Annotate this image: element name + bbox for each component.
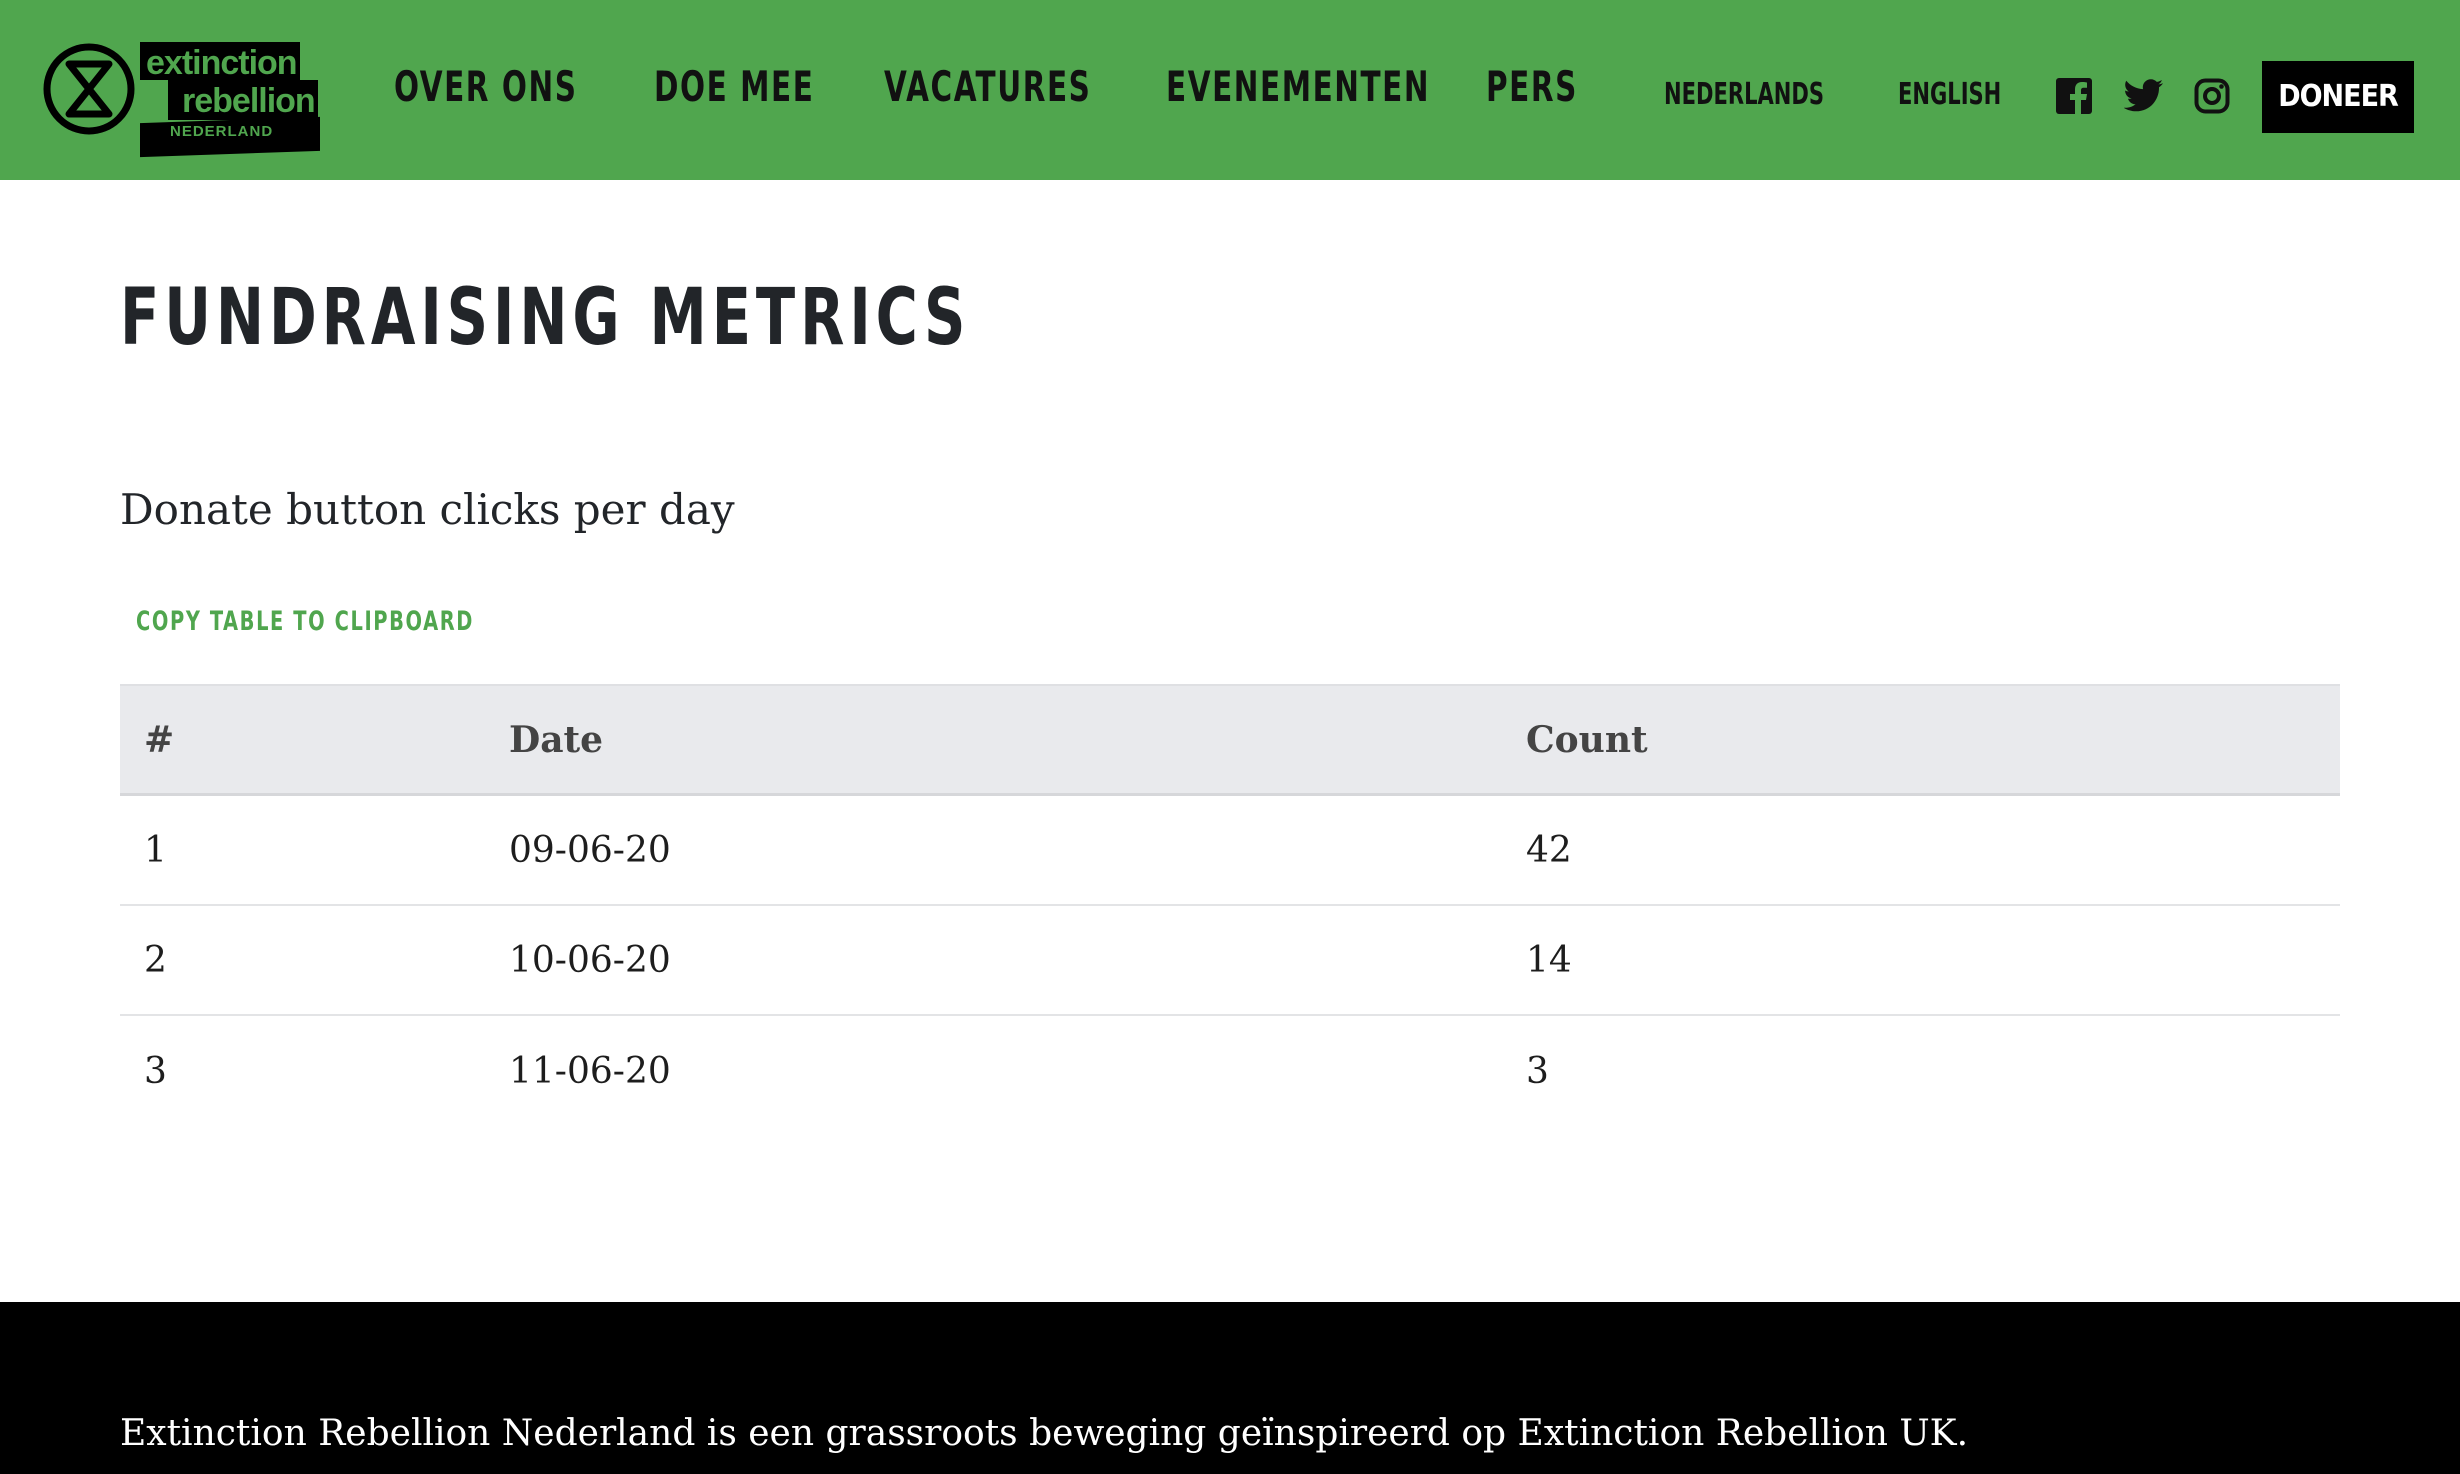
table-header-row: # Date Count — [120, 684, 2340, 796]
nav-over-ons[interactable]: OVER ONS — [394, 64, 577, 110]
column-header-count: Count — [1526, 718, 1648, 761]
row-date-cell: 09-06-20 — [509, 829, 671, 871]
metrics-table: # Date Count 1 09-06-20 42 2 10-06-20 14… — [120, 684, 2340, 1126]
logo-text-line1: extinction — [146, 44, 298, 82]
row-count-cell: 14 — [1526, 939, 1572, 981]
footer-description: Extinction Rebellion Nederland is een gr… — [120, 1413, 1969, 1454]
nav-doe-mee[interactable]: DOE MEE — [654, 64, 814, 110]
table-row: 2 10-06-20 14 — [120, 906, 2340, 1016]
site-logo[interactable]: extinction rebellion NEDERLAND — [42, 40, 320, 158]
copy-table-button[interactable]: COPY TABLE TO CLIPBOARD — [136, 602, 474, 642]
site-footer: Extinction Rebellion Nederland is een gr… — [0, 1302, 2460, 1474]
nav-vacatures[interactable]: VACATURES — [884, 64, 1091, 110]
facebook-icon[interactable] — [2056, 78, 2092, 114]
logo-text-line2: rebellion — [182, 82, 316, 120]
instagram-icon[interactable] — [2194, 78, 2230, 114]
row-count-cell: 3 — [1526, 1050, 1549, 1092]
logo-text-line3: NEDERLAND — [170, 123, 274, 140]
row-index-cell: 1 — [144, 829, 167, 871]
nav-evenementen[interactable]: EVENEMENTEN — [1166, 64, 1430, 110]
site-header: extinction rebellion NEDERLAND OVER ONS … — [0, 0, 2460, 180]
column-header-index: # — [144, 718, 175, 761]
extinction-symbol-icon — [43, 43, 135, 135]
row-index-cell: 2 — [144, 939, 167, 981]
table-row: 1 09-06-20 42 — [120, 796, 2340, 906]
row-date-cell: 11-06-20 — [509, 1050, 671, 1092]
nav-pers[interactable]: PERS — [1486, 64, 1578, 110]
table-subtitle: Donate button clicks per day — [120, 485, 735, 534]
page-title: FUNDRAISING METRICS — [120, 273, 971, 363]
twitter-icon[interactable] — [2124, 78, 2164, 114]
table-row: 3 11-06-20 3 — [120, 1016, 2340, 1126]
column-header-date: Date — [509, 718, 604, 761]
donate-button[interactable]: DONEER — [2262, 61, 2414, 133]
row-count-cell: 42 — [1526, 829, 1572, 871]
row-date-cell: 10-06-20 — [509, 939, 671, 981]
row-index-cell: 3 — [144, 1050, 167, 1092]
language-nederlands[interactable]: NEDERLANDS — [1664, 76, 1824, 114]
language-english[interactable]: ENGLISH — [1898, 76, 2001, 114]
